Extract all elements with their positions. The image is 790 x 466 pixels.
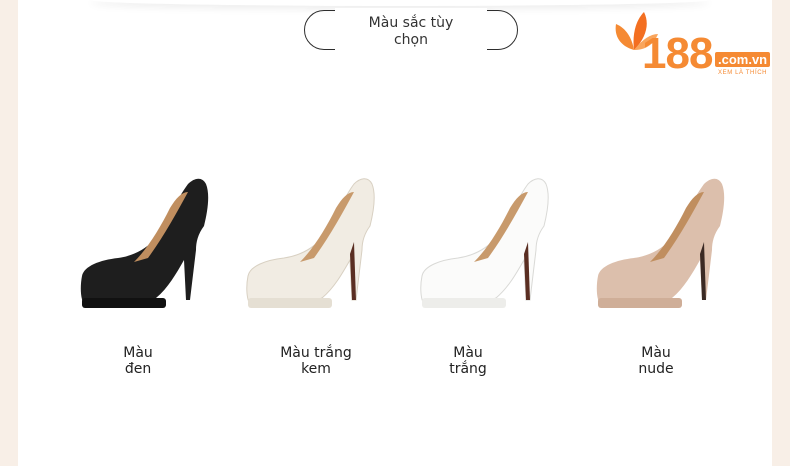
shoe-platform [422, 298, 506, 308]
heading-line-1: Màu sắc tùy [368, 15, 454, 31]
label-line-2: nude [638, 361, 674, 377]
logo-tagline: XEM LÀ THÍCH [718, 70, 768, 76]
product-label-white: Màu trắng [408, 345, 528, 377]
label-line-1: Màu trắng [280, 345, 352, 361]
shoe-body [80, 178, 209, 307]
label-line-2: kem [301, 361, 331, 377]
shoe-platform [82, 298, 166, 308]
logo-number: 188 [642, 29, 713, 78]
label-line-1: Màu [641, 345, 671, 361]
pump-shoe-icon-nude[interactable] [588, 170, 738, 320]
label-line-2: đen [124, 361, 152, 377]
label-line-1: Màu [453, 345, 483, 361]
product-label-nude: Màu nude [596, 345, 716, 377]
product-label-cream: Màu trắng kem [256, 345, 376, 377]
shoe-platform [598, 298, 682, 308]
pump-shoe-icon-cream[interactable] [238, 170, 388, 320]
brand-logo: 188 .com.vn XEM LÀ THÍCH [612, 10, 790, 80]
heading-line-2: chọn [393, 32, 428, 48]
logo-domain: .com.vn [715, 52, 771, 67]
heading-text: Màu sắc tùy chọn [305, 15, 517, 49]
shoe-platform [248, 298, 332, 308]
product-label-black: Màu đen [78, 345, 198, 377]
pump-shoe-icon-black[interactable] [72, 170, 222, 320]
label-line-2: trắng [449, 361, 487, 377]
pump-shoe-icon-white[interactable] [412, 170, 562, 320]
color-options-heading: Màu sắc tùy chọn [304, 8, 518, 52]
label-line-1: Màu [123, 345, 153, 361]
